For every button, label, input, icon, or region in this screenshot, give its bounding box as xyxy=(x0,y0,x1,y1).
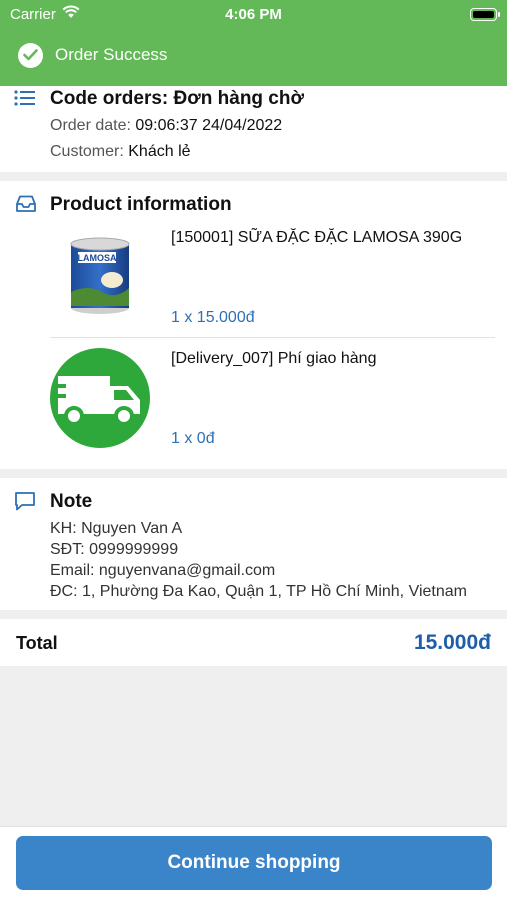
check-circle-icon xyxy=(18,42,43,68)
customer-value: Khách lẻ xyxy=(128,143,191,160)
order-code-heading: Code orders: Đơn hàng chờ xyxy=(50,88,304,110)
lamosa-label-text: LAMOSA xyxy=(78,253,117,263)
order-code-value: Đơn hàng chờ xyxy=(173,88,304,109)
product-name: [Delivery_007] Phí giao hàng xyxy=(171,350,377,367)
clock: 4:06 PM xyxy=(225,6,282,23)
header-bar: Carrier 4:06 PM Order Success xyxy=(0,0,507,86)
note-line: ĐC: 1, Phường Đa Kao, Quận 1, TP Hồ Chí … xyxy=(50,583,467,600)
note-card: Note KH: Nguyen Van A SĐT: 0999999999 Em… xyxy=(0,478,507,610)
note-line: Email: nguyenvana@gmail.com xyxy=(50,562,276,579)
order-code-label: Code orders: xyxy=(50,88,174,109)
order-info-card: Code orders: Đơn hàng chờ Order date: 09… xyxy=(0,86,507,172)
product-qty-price: 1 x 15.000đ xyxy=(171,309,255,326)
total-value: 15.000đ xyxy=(413,631,491,654)
battery-icon xyxy=(470,8,500,21)
total-label: Total xyxy=(16,633,58,653)
delivery-truck-icon xyxy=(50,348,150,453)
product-info-card: Product information LAMOSA [150001] SỮA … xyxy=(0,181,507,469)
order-customer: Customer: Khách lẻ xyxy=(50,143,191,161)
customer-label: Customer: xyxy=(50,143,129,160)
order-date-label: Order date: xyxy=(50,117,136,134)
note-line: KH: Nguyen Van A xyxy=(50,520,183,537)
inbox-icon xyxy=(14,194,38,219)
message-icon xyxy=(14,490,36,517)
status-bar: Carrier 4:06 PM xyxy=(0,0,507,28)
note-line: SĐT: 0999999999 xyxy=(50,541,179,558)
product-qty-price: 1 x 0đ xyxy=(171,430,215,447)
continue-shopping-button[interactable]: Continue shopping xyxy=(16,836,492,890)
list-icon xyxy=(14,89,36,112)
product-section-title: Product information xyxy=(50,194,232,215)
page-title: Order Success xyxy=(55,45,168,64)
note-title: Note xyxy=(50,491,93,512)
product-name: [150001] SỮA ĐẶC ĐẶC LAMOSA 390G xyxy=(171,229,463,246)
order-date-value: 09:06:37 24/04/2022 xyxy=(135,117,283,134)
divider xyxy=(50,337,495,338)
order-date: Order date: 09:06:37 24/04/2022 xyxy=(50,117,282,135)
lamosa-milk-can-image: LAMOSA xyxy=(68,236,132,321)
